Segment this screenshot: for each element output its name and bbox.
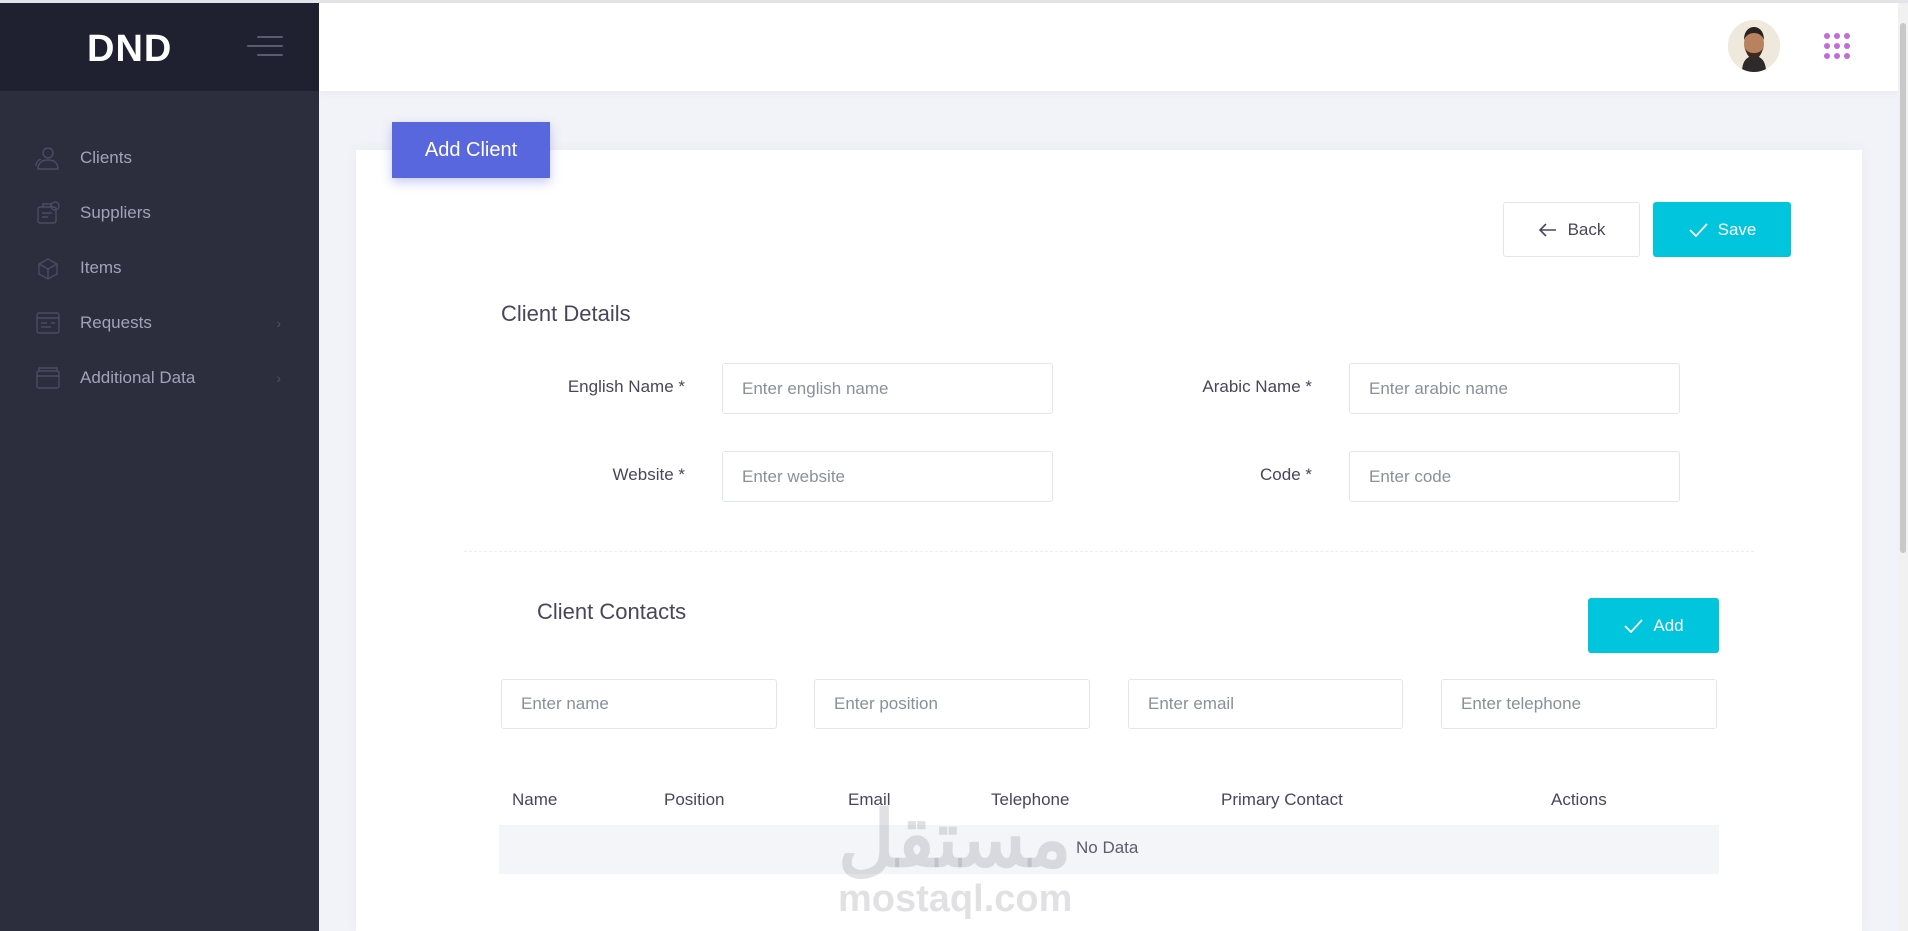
section-divider [464,551,1754,552]
chevron-right-icon: › [276,369,281,386]
contact-email-input[interactable] [1128,679,1403,729]
contact-telephone-input[interactable] [1441,679,1717,729]
brand-logo[interactable]: DND [87,28,172,71]
page-title: Add Client [392,122,550,178]
page-scrollbar[interactable] [1898,3,1908,931]
top-header [319,3,1908,91]
no-data-text: No Data [1076,838,1139,857]
sidebar-item-label: Suppliers [80,202,151,222]
website-input[interactable] [722,451,1053,502]
column-header-email: Email [848,790,891,809]
english-name-input[interactable] [722,363,1053,414]
contact-position-input[interactable] [814,679,1090,729]
back-button[interactable]: Back [1503,202,1640,257]
chevron-right-icon: › [276,314,281,331]
sidebar-item-label: Clients [80,147,132,167]
client-details-title: Client Details [501,301,631,326]
add-button-label: Add [1653,615,1684,635]
users-icon [35,145,61,171]
column-header-actions: Actions [1551,790,1607,809]
back-button-label: Back [1567,219,1606,239]
requests-icon [35,310,61,336]
menu-toggle-icon[interactable] [247,36,283,58]
arabic-name-input[interactable] [1349,363,1680,414]
sidebar-item-clients[interactable]: Clients [0,130,319,185]
sidebar-menu: Clients Suppliers Items Requests › Addit… [0,130,319,405]
box-icon [35,255,61,281]
check-icon [1688,222,1708,237]
column-header-name: Name [512,790,558,809]
column-header-telephone: Telephone [991,790,1070,809]
code-input[interactable] [1349,451,1680,502]
add-client-card [356,150,1862,931]
sidebar-item-items[interactable]: Items [0,240,319,295]
folder-icon [35,365,61,391]
column-header-position: Position [664,790,725,809]
website-label: Website * [612,465,685,484]
client-contacts-title: Client Contacts [537,599,687,624]
check-icon [1624,618,1644,633]
sidebar-item-label: Requests [80,312,152,332]
sidebar-item-requests[interactable]: Requests › [0,295,319,350]
column-header-primary-contact: Primary Contact [1221,790,1343,809]
english-name-label: English Name * [567,377,685,396]
arabic-name-label: Arabic Name * [1202,377,1312,396]
code-label: Code * [1260,465,1312,484]
arrow-left-icon [1538,222,1556,237]
supplier-icon [35,200,61,226]
sidebar-item-suppliers[interactable]: Suppliers [0,185,319,240]
sidebar-item-label: Items [80,257,122,277]
sidebar-item-additional-data[interactable]: Additional Data › [0,350,319,405]
contact-name-input[interactable] [501,679,777,729]
sidebar-brand: DND [0,3,319,91]
save-button[interactable]: Save [1653,202,1791,257]
sidebar-item-label: Additional Data [80,367,196,387]
save-button-label: Save [1717,219,1757,239]
sidebar: DND Clients Suppliers Items Requests › A… [0,3,319,931]
apps-grid-icon[interactable] [1824,33,1850,59]
add-contact-button[interactable]: Add [1588,598,1719,653]
scrollbar-thumb[interactable] [1900,23,1906,553]
user-avatar[interactable] [1728,20,1780,72]
